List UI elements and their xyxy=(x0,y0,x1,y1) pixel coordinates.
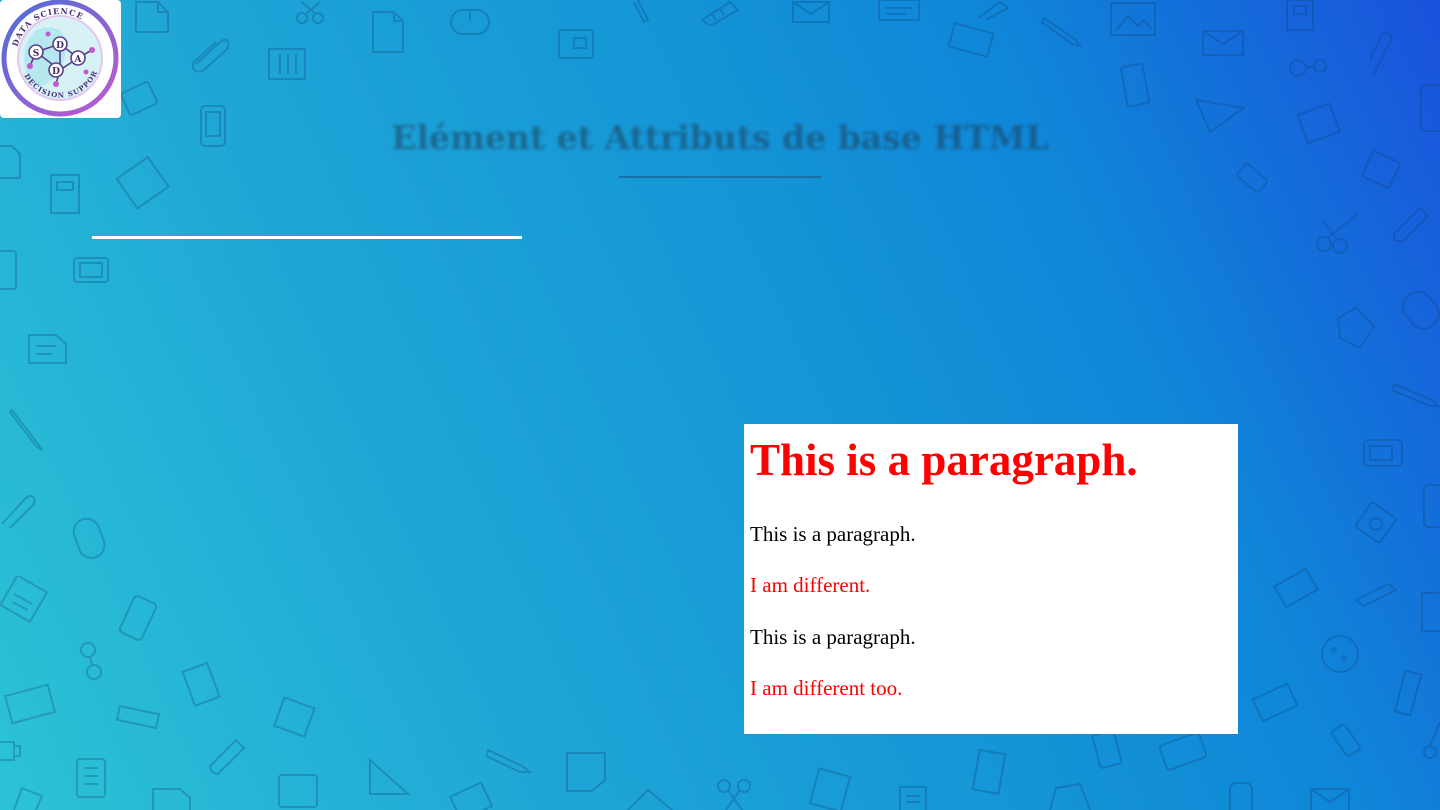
pen-icon xyxy=(1040,16,1083,48)
notebook-icon xyxy=(76,758,106,798)
wallet-icon xyxy=(558,29,594,59)
receipt-icon xyxy=(181,661,221,707)
logo-letter-d: D xyxy=(56,41,64,51)
marker-icon xyxy=(208,738,246,776)
file-icon xyxy=(135,1,169,33)
envelope-icon xyxy=(1202,30,1244,56)
cookie-icon xyxy=(1321,635,1359,673)
notebook-icon xyxy=(808,767,852,810)
triangle-ruler-icon xyxy=(369,757,411,795)
pencil-icon xyxy=(633,0,650,24)
paperclip-icon xyxy=(191,38,230,72)
wallet-icon xyxy=(0,250,17,290)
logo-letter-a: A xyxy=(74,55,83,65)
ruler-icon xyxy=(977,0,1010,20)
usb-icon xyxy=(1236,163,1268,193)
notebook-icon xyxy=(1286,0,1314,31)
credit-card-icon xyxy=(3,683,57,725)
tablet-icon xyxy=(1363,439,1403,467)
glasses-icon xyxy=(80,642,102,680)
html-output-preview: This is a paragraph. This is a paragraph… xyxy=(744,424,1238,734)
ruler-icon xyxy=(700,0,740,26)
receipt-icon xyxy=(899,786,927,810)
image-icon xyxy=(448,782,494,810)
notebook-icon xyxy=(268,48,306,80)
wallet-icon xyxy=(120,81,158,116)
tablet-icon xyxy=(1159,732,1208,771)
scissors-icon xyxy=(296,1,324,24)
usb-icon xyxy=(1330,723,1361,758)
notepad-icon xyxy=(878,0,920,21)
floppy-icon xyxy=(1355,501,1397,544)
output-paragraph-2: I am different. xyxy=(750,573,871,597)
glasses-icon xyxy=(1289,59,1327,77)
logo-letter-d2: D xyxy=(52,67,60,77)
envelope-icon xyxy=(1273,567,1319,609)
document-icon xyxy=(1336,306,1376,350)
phone-icon xyxy=(118,595,158,641)
marker-icon xyxy=(1393,206,1430,244)
slide-title: Elément et Attributs de base HTML xyxy=(391,118,1049,157)
white-divider xyxy=(92,236,522,239)
ruler-icon xyxy=(1393,669,1423,717)
document-icon xyxy=(971,748,1007,795)
marker-icon xyxy=(1354,582,1398,608)
file-icon xyxy=(13,786,44,810)
file-icon xyxy=(1049,782,1091,810)
phone-icon xyxy=(1423,484,1440,528)
logo-emblem-icon: S D A D DATA SCIENCE DECISION SUPPORT xyxy=(0,0,119,117)
pen-icon xyxy=(486,748,532,773)
title-underline xyxy=(619,176,821,178)
mouse-icon xyxy=(450,9,490,35)
phone-icon xyxy=(1091,729,1123,769)
document-icon xyxy=(152,788,191,810)
output-paragraph-4: I am different too. xyxy=(750,676,903,700)
pencil-icon xyxy=(8,408,43,451)
paperclip-icon xyxy=(1369,31,1392,75)
notebook-icon xyxy=(50,174,80,214)
output-heading: This is a paragraph. xyxy=(750,435,1138,485)
phone-icon xyxy=(1229,782,1253,810)
mouse-icon xyxy=(72,517,106,559)
mouse-icon xyxy=(1401,290,1440,330)
notebook-icon xyxy=(1421,592,1440,632)
scissors-icon xyxy=(1423,721,1440,759)
pen-icon xyxy=(1392,382,1440,407)
data-science-logo: S D A D DATA SCIENCE DECISION SUPPORT xyxy=(0,0,121,118)
image-icon xyxy=(1110,2,1156,36)
tablet-icon xyxy=(73,257,109,283)
credit-card-icon xyxy=(948,22,994,58)
output-paragraph-1: This is a paragraph. xyxy=(750,522,916,546)
scissors-icon xyxy=(1316,213,1359,254)
document-icon xyxy=(28,334,67,364)
envelope-icon xyxy=(1310,788,1350,810)
credit-card-icon xyxy=(1251,682,1299,723)
logo-letter-s: S xyxy=(33,49,40,59)
notepad-icon xyxy=(272,696,316,738)
image-icon xyxy=(116,156,170,210)
paperclip-icon xyxy=(1,494,36,529)
ruler-icon xyxy=(627,788,673,810)
scissors-icon xyxy=(717,779,751,810)
document-icon xyxy=(372,11,404,53)
ruler-icon xyxy=(115,704,161,730)
notepad-icon xyxy=(0,576,49,624)
envelope-icon xyxy=(792,1,830,23)
output-paragraph-3: This is a paragraph. xyxy=(750,625,916,649)
wallet-icon xyxy=(278,774,318,808)
usb-icon xyxy=(0,741,21,761)
phone-icon xyxy=(1120,62,1150,108)
sticky-note-icon xyxy=(566,752,606,792)
